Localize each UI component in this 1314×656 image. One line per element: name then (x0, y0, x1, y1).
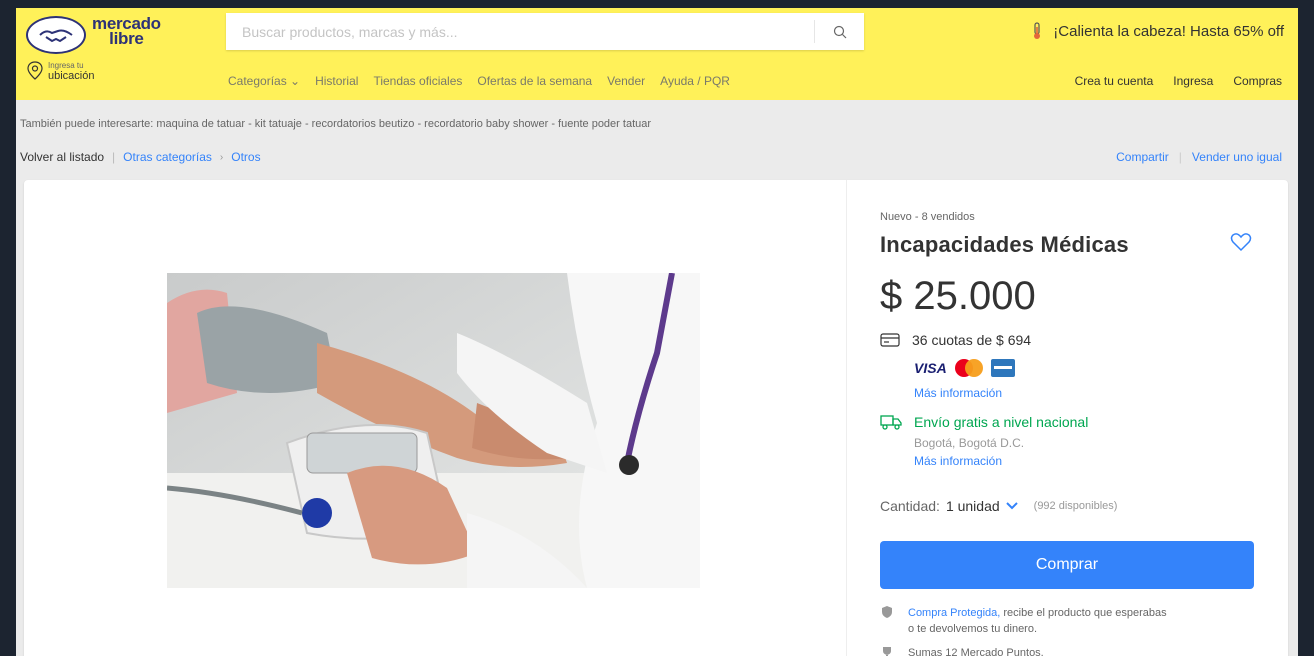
account-nav: Crea tu cuenta Ingresa Compras (1075, 74, 1282, 88)
login-link[interactable]: Ingresa (1173, 74, 1213, 88)
handshake-logo-icon (26, 16, 86, 54)
share-separator: | (1178, 150, 1182, 164)
breadcrumb-category-link[interactable]: Otras categorías (123, 150, 212, 164)
heart-icon[interactable] (1230, 232, 1252, 252)
mastercard-logo-icon (953, 358, 985, 378)
protected-text-block: Compra Protegida, recibe el producto que… (908, 605, 1167, 637)
product-condition: Nuevo - 8 vendidos (880, 211, 975, 223)
payment-more-info-link[interactable]: Más información (914, 386, 1002, 400)
search-button[interactable] (814, 20, 864, 43)
share-actions: Compartir | Vender uno igual (1116, 150, 1282, 164)
buy-button[interactable]: Comprar (880, 541, 1254, 589)
product-card: Nuevo - 8 vendidos Incapacidades Médicas… (24, 180, 1288, 656)
nav-help[interactable]: Ayuda / PQR (660, 74, 730, 88)
stock-available: (992 disponibles) (1033, 500, 1118, 512)
shipping-origin: Bogotá, Bogotá D.C. (914, 436, 1025, 450)
mercadolibre-logo[interactable]: mercado libre (24, 12, 174, 54)
quantity-label: Cantidad: (880, 498, 940, 514)
protected-purchase: Compra Protegida, recibe el producto que… (880, 605, 1167, 637)
quantity-selector[interactable]: Cantidad: 1 unidad (992 disponibles) (880, 498, 1117, 514)
payment-methods: VISA (914, 358, 1015, 378)
protected-text: recibe el producto que esperabas (1000, 607, 1167, 619)
installments-row: 36 cuotas de $ 694 (880, 332, 1031, 348)
nav-weekly-deals[interactable]: Ofertas de la semana (477, 74, 592, 88)
location-selector[interactable]: Ingresa tu ubicación (26, 60, 94, 82)
blood-pressure-photo (167, 273, 700, 588)
trophy-icon (883, 647, 891, 656)
browser-frame: mercado libre ¡Calienta la cabeza! Hasta… (16, 8, 1298, 656)
amex-logo-icon (990, 359, 1015, 377)
thermometer-icon (1034, 22, 1041, 39)
credit-card-icon (880, 333, 900, 347)
share-link[interactable]: Compartir (1116, 150, 1169, 164)
breadcrumb: Volver al listado | Otras categorías › O… (20, 150, 261, 164)
protected-link[interactable]: Compra Protegida, (908, 607, 1000, 619)
sell-same-link[interactable]: Vender uno igual (1192, 150, 1282, 164)
loyalty-points: Sumas 12 Mercado Puntos. (880, 646, 1044, 656)
promo-banner[interactable]: ¡Calienta la cabeza! Hasta 65% off (1029, 22, 1284, 40)
logo-line-2: libre (109, 29, 144, 48)
breadcrumb-subcategory-link[interactable]: Otros (231, 150, 260, 164)
nav-categories[interactable]: Categorías ⌄ (228, 74, 300, 88)
nav-history[interactable]: Historial (315, 74, 358, 88)
nav-official-stores[interactable]: Tiendas oficiales (373, 74, 462, 88)
chevron-down-icon (1005, 502, 1018, 510)
product-title: Incapacidades Médicas (880, 232, 1129, 257)
search-input[interactable] (242, 13, 802, 50)
product-photo[interactable] (167, 273, 700, 588)
breadcrumb-separator: | (112, 150, 116, 164)
search-icon (833, 25, 846, 38)
shipping-text: Envío gratis a nivel nacional (914, 414, 1089, 430)
points-text: Sumas 12 Mercado Puntos. (908, 647, 1044, 656)
nav-sell[interactable]: Vender (607, 74, 645, 88)
truck-icon (880, 415, 902, 430)
product-price: $ 25.000 (880, 274, 1036, 318)
column-divider (846, 180, 847, 656)
protected-text-2: o te devolvemos tu dinero. (908, 623, 1038, 635)
quantity-value: 1 unidad (945, 498, 1000, 514)
create-account-link[interactable]: Crea tu cuenta (1075, 74, 1154, 88)
location-pin-icon (27, 61, 43, 80)
location-main-label: ubicación (48, 70, 95, 82)
shipping-row: Envío gratis a nivel nacional (880, 414, 1088, 430)
back-to-list-link[interactable]: Volver al listado (20, 150, 104, 164)
location-text: Ingresa tu ubicación (48, 60, 94, 82)
logo-text: mercado libre (92, 15, 161, 48)
chevron-right-icon: › (219, 151, 224, 163)
main-nav: Categorías ⌄ Historial Tiendas oficiales… (228, 74, 730, 88)
promo-text: ¡Calienta la cabeza! Hasta 65% off (1053, 22, 1284, 40)
header: mercado libre ¡Calienta la cabeza! Hasta… (16, 8, 1298, 100)
shield-icon (882, 606, 892, 618)
related-searches[interactable]: También puede interesarte: maquina de ta… (20, 118, 651, 130)
installments-text: 36 cuotas de $ 694 (912, 332, 1032, 348)
shipping-more-info-link[interactable]: Más información (914, 454, 1002, 468)
search-bar (226, 13, 864, 50)
visa-logo-icon: VISA (914, 360, 947, 376)
purchases-link[interactable]: Compras (1233, 74, 1282, 88)
